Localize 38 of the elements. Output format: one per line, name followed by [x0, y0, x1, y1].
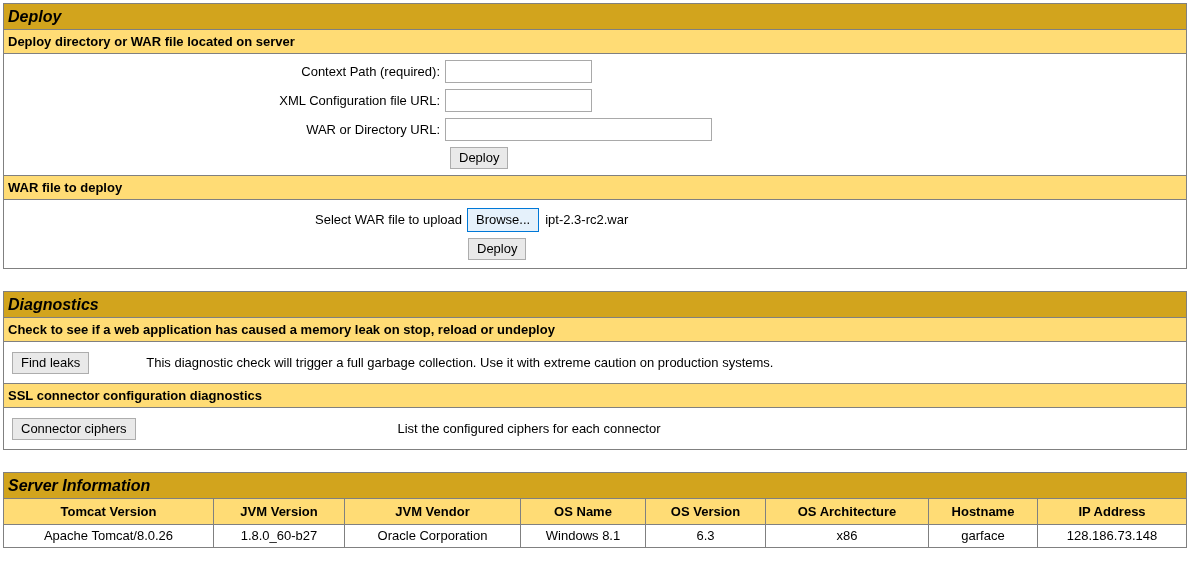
column-header: OS Version — [645, 499, 765, 525]
section-title: Server Information — [3, 472, 1187, 499]
text-field[interactable] — [445, 118, 712, 141]
column-header: Tomcat Version — [3, 499, 213, 525]
file-name: ipt-2.3-rc2.war — [545, 211, 629, 230]
section-heading: SSL connector configuration diagnostics — [3, 384, 1187, 408]
table-cell: Windows 8.1 — [520, 525, 645, 548]
table-cell: 1.8.0_60-b27 — [213, 525, 344, 548]
field-label: XML Configuration file URL: — [278, 91, 441, 110]
section-title: Diagnostics — [3, 291, 1187, 318]
field-label: Context Path (required): — [300, 62, 441, 81]
section-heading: Deploy directory or WAR file located on server — [3, 30, 1187, 54]
action-button[interactable]: Find leaks — [12, 351, 90, 374]
field-label: WAR or Directory URL: — [305, 120, 441, 139]
table-cell: Apache Tomcat/8.0.26 — [3, 525, 213, 548]
section-title: Deploy — [3, 3, 1187, 30]
column-header: JVM Version — [213, 499, 344, 525]
table-cell: x86 — [765, 525, 928, 548]
browse-button[interactable]: Browse... — [467, 208, 540, 232]
action-button[interactable]: Connector ciphers — [12, 417, 136, 440]
check-description: This diagnostic check will trigger a full garbage collection. Use it with extreme caution on production systems. — [146, 353, 774, 372]
column-header: OS Name — [520, 499, 645, 525]
table-cell: Oracle Corporation — [344, 525, 520, 548]
column-header: OS Architecture — [765, 499, 928, 525]
text-field[interactable] — [445, 89, 592, 112]
column-header: Hostname — [928, 499, 1037, 525]
table-cell: garface — [928, 525, 1037, 548]
deploy-button[interactable]: Deploy — [468, 238, 527, 260]
upload-label: Select WAR file to upload — [314, 211, 463, 230]
deploy-button[interactable]: Deploy — [450, 147, 509, 169]
check-description: List the configured ciphers for each connector — [397, 419, 661, 438]
column-header: IP Address — [1037, 499, 1187, 525]
table-cell: 128.186.73.148 — [1037, 525, 1187, 548]
text-field[interactable] — [445, 60, 592, 83]
section-heading: Check to see if a web application has caused a memory leak on stop, reload or undeploy — [3, 318, 1187, 342]
column-header: JVM Vendor — [344, 499, 520, 525]
section-heading: WAR file to deploy — [3, 176, 1187, 200]
table-cell: 6.3 — [645, 525, 765, 548]
